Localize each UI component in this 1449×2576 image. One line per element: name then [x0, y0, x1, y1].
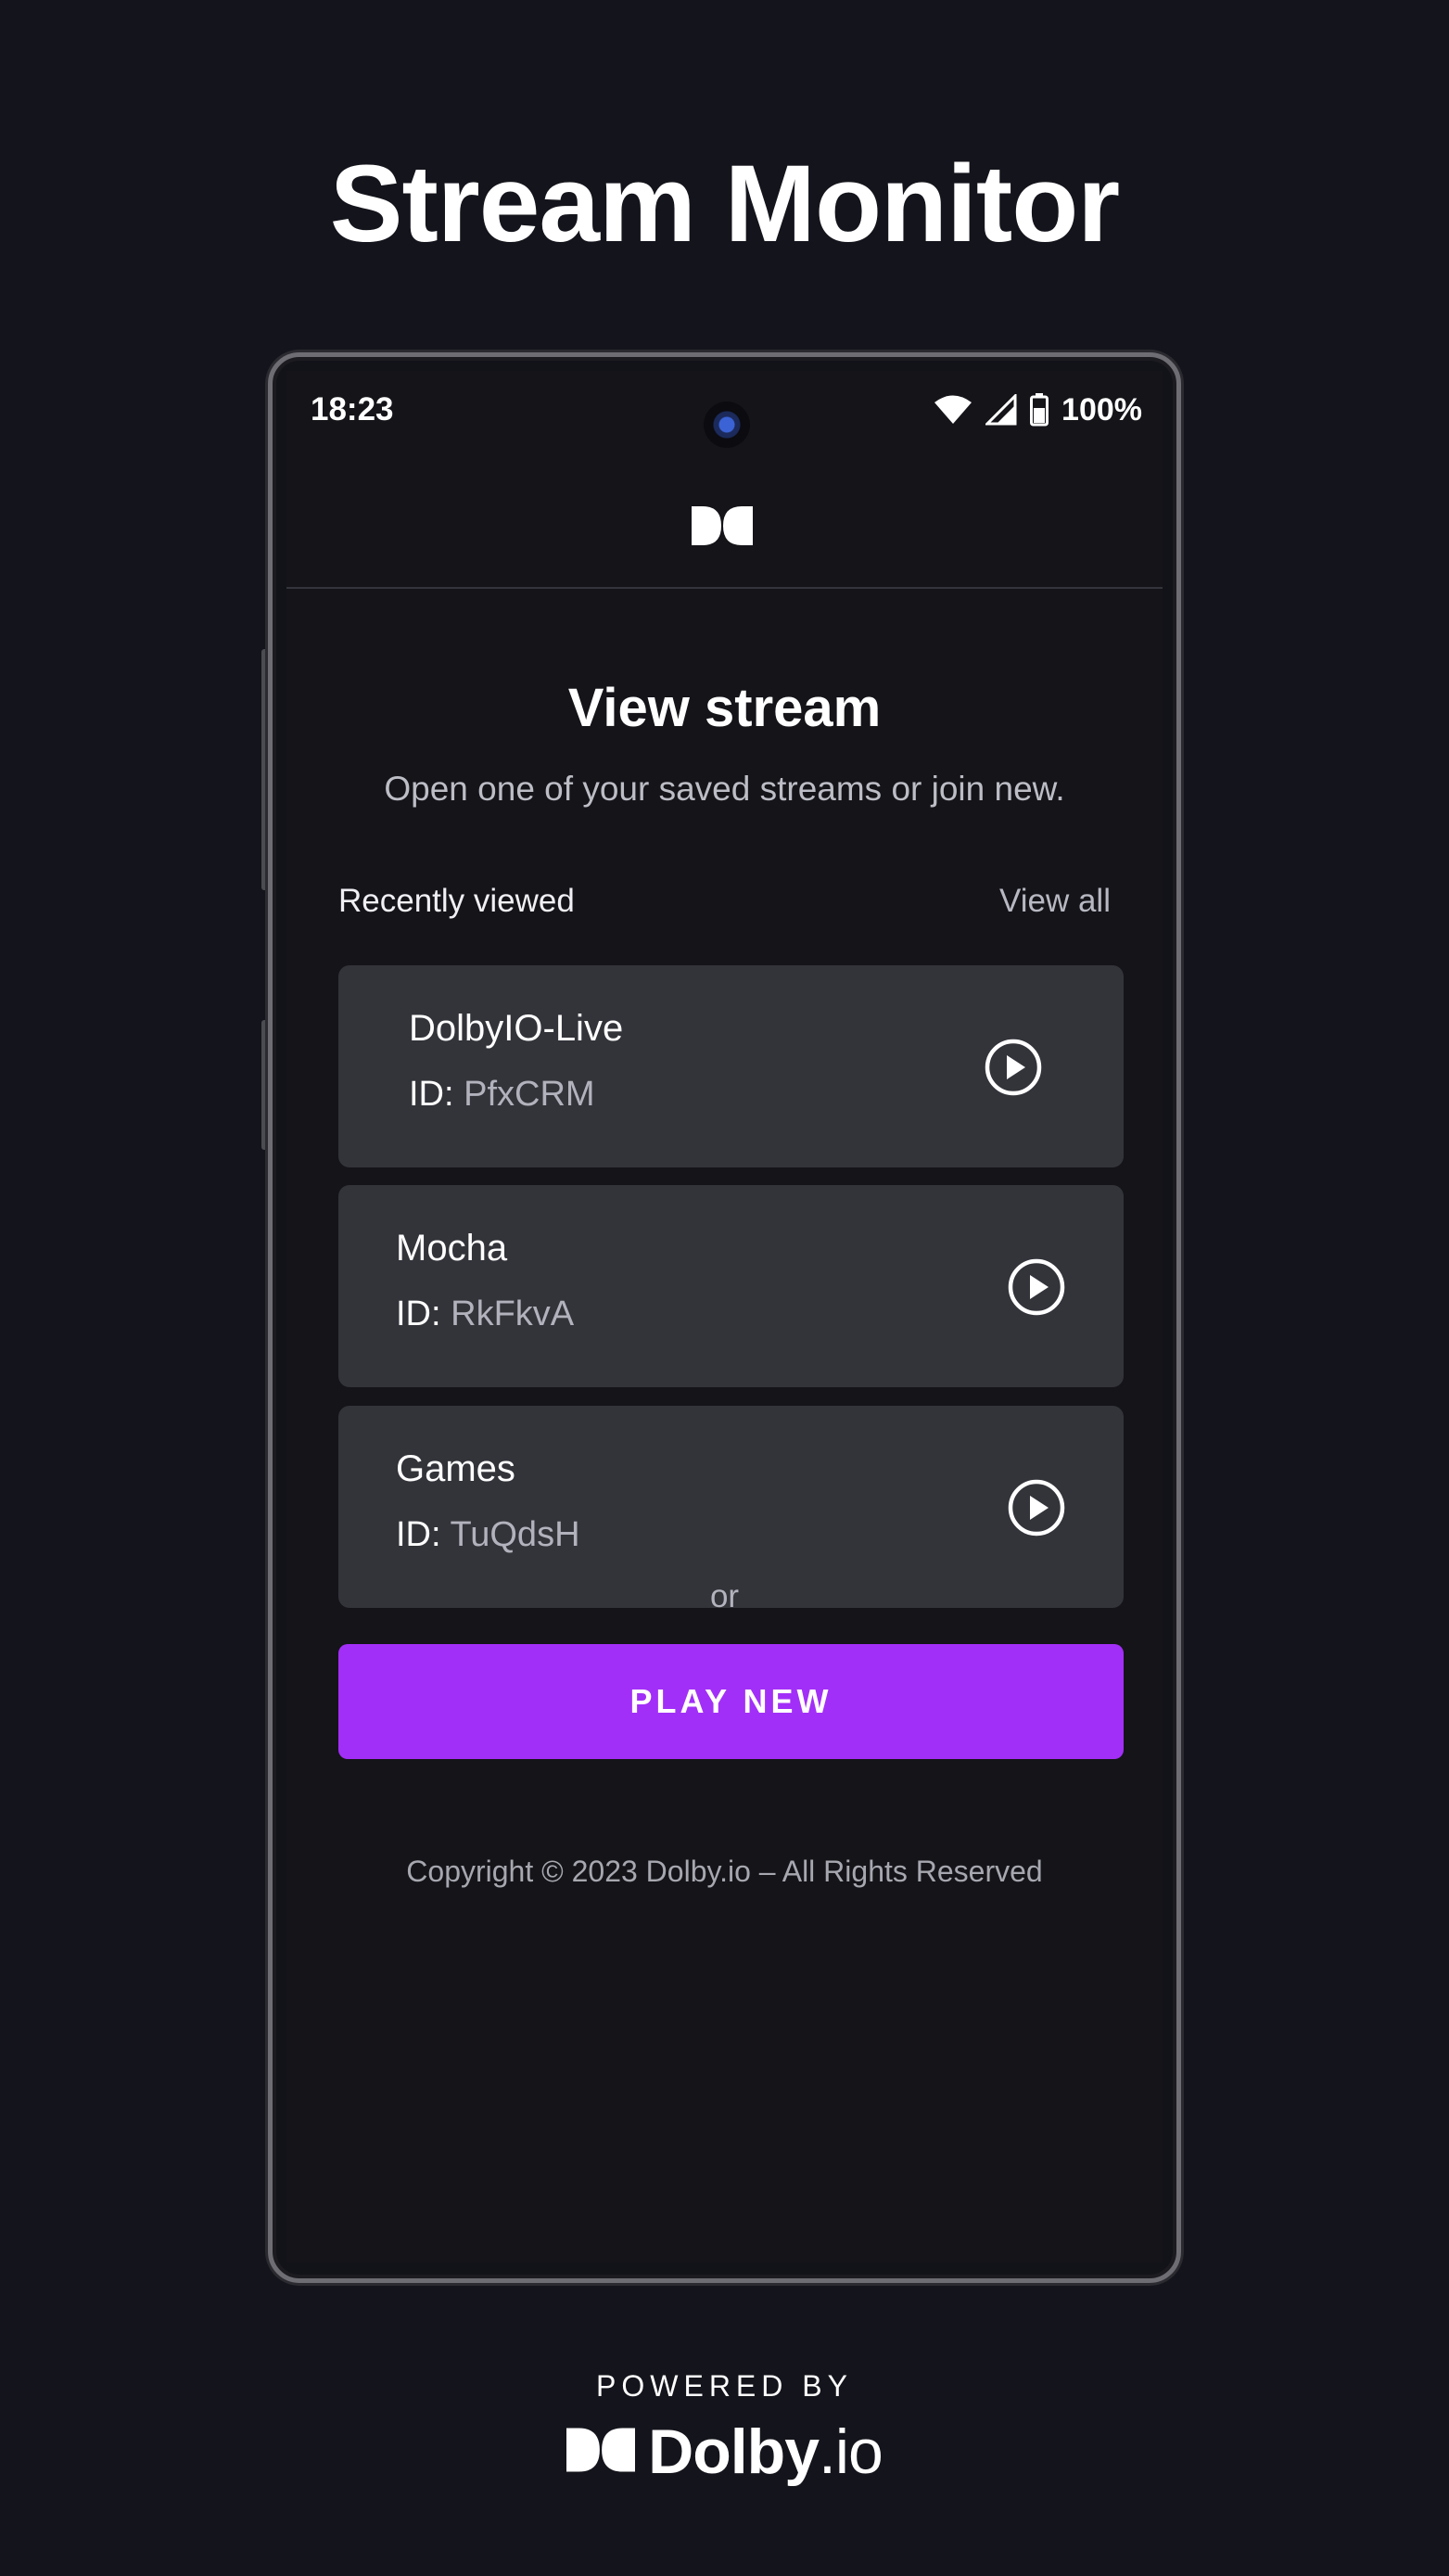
copyright-text: Copyright © 2023 Dolby.io – All Rights R…: [406, 1855, 1043, 1888]
play-circle-icon[interactable]: [1008, 1479, 1065, 1537]
stream-id: ID: RkFkvA: [396, 1294, 574, 1334]
phone-screen: 18:23 100% View stream Open one of your …: [286, 371, 1163, 2263]
battery-percentage: 100%: [1061, 391, 1142, 427]
status-time: 18:23: [311, 391, 394, 427]
dolby-logo-icon: [692, 504, 753, 552]
dolby-logo-icon: [566, 2426, 636, 2479]
stream-id-label: ID:: [396, 1294, 441, 1333]
stream-id-label: ID:: [409, 1075, 454, 1114]
wifi-icon: [934, 394, 972, 426]
hero-title: Stream Monitor: [329, 143, 1120, 265]
stream-id-value: RkFkvA: [451, 1294, 575, 1333]
stream-id: ID: PfxCRM: [409, 1075, 595, 1115]
stream-name: Mocha: [396, 1228, 508, 1269]
stream-name: DolbyIO-Live: [409, 1008, 624, 1049]
play-new-button[interactable]: PLAY NEW: [338, 1644, 1124, 1759]
phone-frame: 18:23 100% View stream Open one of your …: [268, 352, 1181, 2283]
front-camera: [704, 402, 750, 448]
footer-brand-wordmark: Dolby.io: [648, 2416, 883, 2488]
status-indicators: 100%: [934, 389, 1142, 430]
recently-viewed-label: Recently viewed: [338, 883, 575, 919]
status-bar: 18:23 100%: [286, 371, 1163, 448]
brand-main: Dolby: [648, 2417, 820, 2487]
stream-name: Games: [396, 1448, 515, 1489]
phone-side-button-lower: [261, 1020, 268, 1150]
signal-icon: [985, 394, 1017, 426]
page-subtitle: Open one of your saved streams or join n…: [384, 770, 1065, 808]
powered-by-label: POWERED BY: [596, 2369, 853, 2403]
battery-icon: [1030, 393, 1049, 427]
app-header: [286, 473, 1163, 589]
or-divider-text: or: [709, 1578, 740, 1614]
stream-card-dolbyio-live[interactable]: DolbyIO-Live ID: PfxCRM: [338, 965, 1124, 1167]
phone-side-button-upper: [261, 649, 268, 890]
view-all-link[interactable]: View all: [999, 883, 1111, 920]
footer-brand: Dolby.io: [0, 2416, 1449, 2488]
stream-id-value: TuQdsH: [450, 1515, 580, 1554]
stream-id: ID: TuQdsH: [396, 1515, 580, 1555]
play-circle-icon[interactable]: [1008, 1258, 1065, 1316]
page-title: View stream: [567, 678, 882, 738]
stream-card-mocha[interactable]: Mocha ID: RkFkvA: [338, 1185, 1124, 1387]
play-circle-icon[interactable]: [985, 1039, 1042, 1096]
stream-id-label: ID:: [396, 1515, 441, 1554]
brand-suffix: .io: [819, 2417, 883, 2487]
stream-id-value: PfxCRM: [464, 1075, 595, 1114]
